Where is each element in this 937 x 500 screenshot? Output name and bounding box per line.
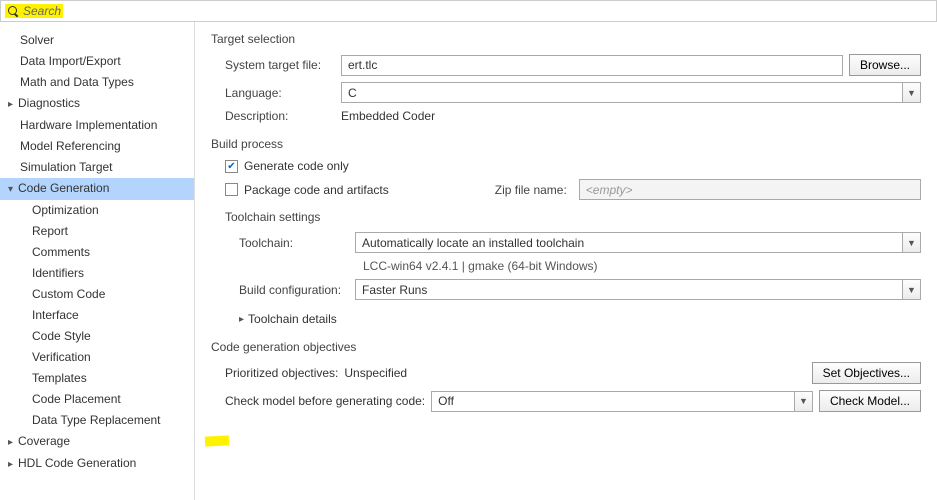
check-model-dropdown[interactable]: Off ▼ <box>431 391 813 412</box>
toolchain-description: LCC-win64 v2.4.1 | gmake (64-bit Windows… <box>363 259 921 273</box>
section-title: Build process <box>211 137 921 151</box>
check-model-label: Check model before generating code: <box>225 394 425 408</box>
package-code-label: Package code and artifacts <box>244 183 389 197</box>
chevron-down-icon: ▼ <box>902 233 920 252</box>
build-process-section: Build process ✔ Generate code only Packa… <box>211 137 921 326</box>
sidebar-item[interactable]: Custom Code <box>0 284 194 305</box>
sidebar-item[interactable]: Interface <box>0 305 194 326</box>
sidebar-item[interactable]: HDL Code Generation <box>0 453 194 475</box>
search-bar[interactable]: Search <box>0 0 937 22</box>
sidebar-item[interactable]: Diagnostics <box>0 93 194 115</box>
language-dropdown[interactable]: C ▼ <box>341 82 921 103</box>
sidebar-item[interactable]: Hardware Implementation <box>0 115 194 136</box>
generate-code-only-label: Generate code only <box>244 159 349 173</box>
section-title: Target selection <box>211 32 921 46</box>
sidebar-item[interactable]: Templates <box>0 368 194 389</box>
sidebar-item[interactable]: Optimization <box>0 200 194 221</box>
browse-button[interactable]: Browse... <box>849 54 921 76</box>
chevron-down-icon: ▼ <box>794 392 812 411</box>
search-placeholder: Search <box>23 4 61 18</box>
sidebar-item[interactable]: Comments <box>0 242 194 263</box>
description-value: Embedded Coder <box>341 109 435 123</box>
sidebar-item[interactable]: Verification <box>0 347 194 368</box>
prioritized-value: Unspecified <box>344 366 805 380</box>
set-objectives-button[interactable]: Set Objectives... <box>812 362 921 384</box>
sidebar-item[interactable]: Coverage <box>0 431 194 453</box>
chevron-down-icon: ▼ <box>902 83 920 102</box>
search-icon <box>7 5 19 17</box>
zip-file-label: Zip file name: <box>495 183 567 197</box>
sidebar-item[interactable]: Report <box>0 221 194 242</box>
build-config-dropdown[interactable]: Faster Runs ▼ <box>355 279 921 300</box>
toolchain-details-expander[interactable]: Toolchain details <box>239 312 337 326</box>
sidebar-item[interactable]: Simulation Target <box>0 157 194 178</box>
sidebar-item[interactable]: Code Placement <box>0 389 194 410</box>
generate-code-only-checkbox[interactable]: ✔ <box>225 160 238 173</box>
sidebar-item[interactable]: Data Import/Export <box>0 51 194 72</box>
package-code-checkbox[interactable] <box>225 183 238 196</box>
section-title: Code generation objectives <box>211 340 921 354</box>
build-config-label: Build configuration: <box>239 283 349 297</box>
footer-highlight <box>205 435 229 446</box>
toolchain-dropdown[interactable]: Automatically locate an installed toolch… <box>355 232 921 253</box>
sidebar-item[interactable]: Identifiers <box>0 263 194 284</box>
language-label: Language: <box>225 86 335 100</box>
target-selection-section: Target selection System target file: Bro… <box>211 32 921 123</box>
system-target-input[interactable] <box>341 55 843 76</box>
sidebar-item[interactable]: Model Referencing <box>0 136 194 157</box>
content-pane: Target selection System target file: Bro… <box>195 22 937 500</box>
sidebar-item[interactable]: Data Type Replacement <box>0 410 194 431</box>
toolchain-label: Toolchain: <box>239 236 349 250</box>
zip-file-input: <empty> <box>579 179 921 200</box>
sidebar-item[interactable]: Code Generation <box>0 178 194 200</box>
sidebar-item[interactable]: Solver <box>0 30 194 51</box>
objectives-section: Code generation objectives Prioritized o… <box>211 340 921 412</box>
chevron-down-icon: ▼ <box>902 280 920 299</box>
system-target-label: System target file: <box>225 58 335 72</box>
prioritized-label: Prioritized objectives: <box>225 366 338 380</box>
check-model-button[interactable]: Check Model... <box>819 390 921 412</box>
sidebar-item[interactable]: Math and Data Types <box>0 72 194 93</box>
toolchain-settings-title: Toolchain settings <box>225 210 921 224</box>
sidebar-item[interactable]: Code Style <box>0 326 194 347</box>
description-label: Description: <box>225 109 335 123</box>
sidebar-tree: SolverData Import/ExportMath and Data Ty… <box>0 22 195 500</box>
